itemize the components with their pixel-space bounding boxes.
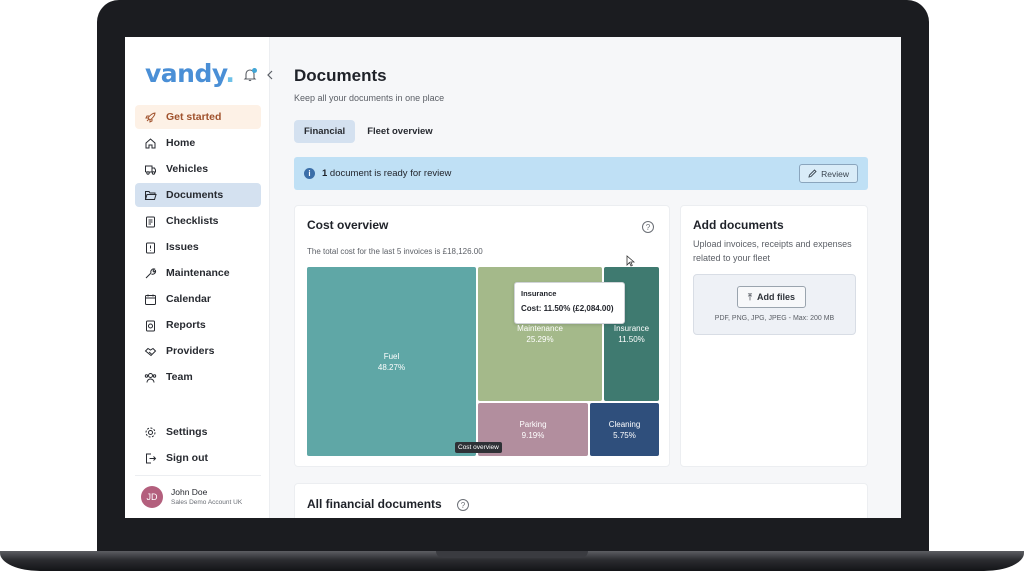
page-title: Documents xyxy=(294,66,387,85)
laptop-notch xyxy=(436,551,588,558)
user-profile[interactable]: JD John Doe Sales Demo Account UK xyxy=(135,475,261,511)
info-icon: i xyxy=(304,168,315,179)
app-screen: vandy. Get started Home Vehicles Documen… xyxy=(125,37,901,518)
add-documents-subtitle: Upload invoices, receipts and expenses r… xyxy=(693,239,852,263)
handshake-icon xyxy=(144,347,157,356)
issue-icon xyxy=(146,242,155,253)
wrench-icon xyxy=(145,267,157,278)
edit-icon xyxy=(808,169,817,178)
sidebar-item-label: Checklists xyxy=(166,215,219,227)
sidebar-item-get-started[interactable]: Get started xyxy=(135,105,261,129)
upload-icon: ⤒ xyxy=(748,291,752,302)
sidebar-item-label: Vehicles xyxy=(166,163,209,175)
help-icon[interactable]: ? xyxy=(642,221,654,233)
sidebar-item-checklists[interactable]: Checklists xyxy=(135,209,261,233)
notification-dot xyxy=(252,68,257,73)
add-files-button[interactable]: ⤒ Add files xyxy=(737,286,806,308)
sidebar-item-label: Team xyxy=(166,371,193,383)
sidebar-item-label: Settings xyxy=(166,426,208,438)
sidebar-item-issues[interactable]: Issues xyxy=(135,235,261,259)
calendar-icon xyxy=(145,294,156,305)
sidebar-nav: Get started Home Vehicles Documents Chec… xyxy=(135,105,261,391)
sidebar-item-settings[interactable]: Settings xyxy=(135,420,261,444)
sidebar-item-providers[interactable]: Providers xyxy=(135,339,261,363)
page-subtitle: Keep all your documents in one place xyxy=(294,93,445,103)
tab-fleet-overview[interactable]: Fleet overview xyxy=(357,120,442,143)
sidebar-item-vehicles[interactable]: Vehicles xyxy=(135,157,261,181)
mouse-cursor-icon xyxy=(626,255,635,267)
treemap-tile-cleaning[interactable]: Cleaning 5.75% xyxy=(590,403,659,456)
cost-overview-subtitle: The total cost for the last 5 invoices i… xyxy=(307,247,483,256)
sidebar-item-sign-out[interactable]: Sign out xyxy=(135,446,261,470)
sidebar: vandy. Get started Home Vehicles Documen… xyxy=(125,37,273,518)
sidebar-item-calendar[interactable]: Calendar xyxy=(135,287,261,311)
chart-tag: Cost overview xyxy=(455,442,502,453)
report-icon xyxy=(146,320,155,331)
banner-text: 1 document is ready for review xyxy=(322,168,452,179)
tab-financial[interactable]: Financial xyxy=(294,120,356,143)
file-dropzone[interactable]: ⤒ Add files PDF, PNG, JPG, JPEG - Max: 2… xyxy=(693,274,856,335)
sidebar-item-label: Reports xyxy=(166,319,206,331)
file-formats: PDF, PNG, JPG, JPEG - Max: 200 MB xyxy=(714,315,835,322)
main-content: Documents Keep all your documents in one… xyxy=(270,37,901,518)
sidebar-item-label: Providers xyxy=(166,345,215,357)
sidebar-item-reports[interactable]: Reports xyxy=(135,313,261,337)
help-icon[interactable]: ? xyxy=(457,499,469,511)
sidebar-item-label: Maintenance xyxy=(166,267,230,279)
chart-tooltip: Insurance Cost: 11.50% (£2,084.00) xyxy=(514,282,625,324)
treemap-chart: Fuel 48.27% Maintenance 25.29% Insurance 11… xyxy=(307,267,659,456)
sidebar-item-team[interactable]: Team xyxy=(135,365,261,389)
user-name: John Doe xyxy=(171,487,208,497)
home-icon xyxy=(145,137,156,148)
cost-overview-title: Cost overview xyxy=(307,218,389,232)
cost-overview-card: Cost overview ? The total cost for the l… xyxy=(294,205,670,467)
sign-out-icon xyxy=(146,453,157,463)
tooltip-title: Insurance xyxy=(521,289,557,298)
add-documents-title: Add documents xyxy=(693,218,784,232)
sidebar-item-label: Home xyxy=(166,137,196,149)
sidebar-item-home[interactable]: Home xyxy=(135,131,261,155)
sidebar-bottom-nav: Settings Sign out xyxy=(135,420,261,472)
sidebar-item-label: Sign out xyxy=(166,452,208,464)
checklist-icon xyxy=(146,216,155,227)
gear-icon xyxy=(145,427,156,437)
user-account: Sales Demo Account UK xyxy=(171,499,243,506)
sidebar-item-label: Issues xyxy=(166,241,199,253)
sidebar-item-label: Get started xyxy=(166,111,222,123)
review-banner: i 1 document is ready for review Review xyxy=(294,157,868,190)
sidebar-item-maintenance[interactable]: Maintenance xyxy=(135,261,261,285)
vehicle-icon xyxy=(145,165,156,175)
all-documents-card: All financial documents ? xyxy=(294,483,868,518)
sidebar-item-label: Documents xyxy=(166,189,224,201)
add-documents-card: Add documents Upload invoices, receipts … xyxy=(680,205,868,467)
sidebar-item-documents[interactable]: Documents xyxy=(135,183,261,207)
all-documents-title: All financial documents xyxy=(307,497,442,511)
team-icon xyxy=(144,372,157,383)
treemap-tile-fuel[interactable]: Fuel 48.27% xyxy=(307,267,476,456)
tabs: Financial Fleet overview xyxy=(294,120,445,143)
sidebar-item-label: Calendar xyxy=(166,293,211,305)
logo[interactable]: vandy. xyxy=(145,59,235,88)
review-button[interactable]: Review xyxy=(799,164,858,183)
rocket-icon xyxy=(145,111,156,123)
tooltip-value: Cost: 11.50% (£2,084.00) xyxy=(521,304,614,313)
avatar: JD xyxy=(141,485,163,508)
folder-icon xyxy=(144,190,157,200)
